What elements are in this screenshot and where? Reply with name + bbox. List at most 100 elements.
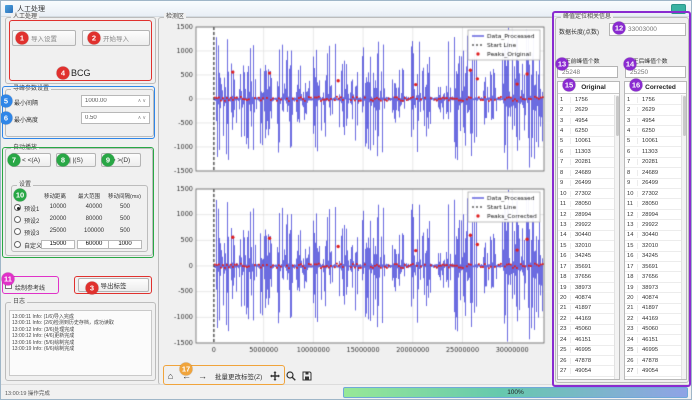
table-row[interactable]: 1735691 bbox=[558, 262, 614, 272]
table-row[interactable]: 1128050 bbox=[625, 199, 681, 209]
table-row[interactable]: 1532010 bbox=[558, 241, 614, 251]
step-left-button[interactable]: < <(A) bbox=[11, 153, 51, 167]
table-row[interactable]: 510061 bbox=[625, 137, 681, 147]
peak-value: 29922 bbox=[638, 222, 658, 228]
window-control-button[interactable] bbox=[671, 4, 686, 14]
export-labels-button[interactable]: 导出标签 bbox=[78, 278, 149, 292]
table-row[interactable]: 22629 bbox=[558, 105, 614, 115]
table-row[interactable]: 1634245 bbox=[625, 252, 681, 262]
row-index: 23 bbox=[625, 326, 638, 332]
table-row[interactable]: 11756 bbox=[625, 95, 681, 105]
draw-reference-checkbox[interactable] bbox=[5, 282, 12, 289]
start-import-button[interactable]: 开始导入 bbox=[82, 30, 150, 46]
table-row[interactable]: 1027302 bbox=[558, 189, 614, 199]
table-row[interactable]: 46250 bbox=[625, 126, 681, 136]
table-row[interactable]: 2749054 bbox=[558, 366, 614, 376]
preset-value[interactable] bbox=[77, 240, 111, 249]
table-row[interactable]: 824689 bbox=[625, 168, 681, 178]
original-table-scrollbar[interactable] bbox=[614, 95, 619, 379]
table-row[interactable]: 2345060 bbox=[558, 325, 614, 335]
row-index: 13 bbox=[558, 222, 571, 228]
table-row[interactable]: 1532010 bbox=[625, 241, 681, 251]
table-row[interactable]: 2244169 bbox=[558, 314, 614, 324]
table-row[interactable]: 1837656 bbox=[625, 272, 681, 282]
table-row[interactable]: 2446151 bbox=[625, 335, 681, 345]
min-interval-spinbox[interactable]: ∧∨ bbox=[81, 95, 150, 107]
table-row[interactable]: 2446151 bbox=[558, 335, 614, 345]
table-row[interactable]: 2546995 bbox=[625, 346, 681, 356]
preset-radio-2[interactable] bbox=[14, 216, 21, 223]
table-row[interactable]: 1027302 bbox=[625, 189, 681, 199]
table-row[interactable]: 2345060 bbox=[625, 325, 681, 335]
table-row[interactable]: 1634245 bbox=[558, 252, 614, 262]
batch-change-labels-button[interactable]: 批量更改标签(Z) bbox=[213, 371, 264, 381]
top-chart-canvas[interactable] bbox=[162, 23, 548, 177]
preset-value[interactable] bbox=[41, 240, 75, 249]
table-row[interactable]: 11756 bbox=[558, 95, 614, 105]
home-icon[interactable]: ⌂ bbox=[165, 369, 176, 382]
table-row[interactable]: 1128050 bbox=[558, 199, 614, 209]
table-row[interactable]: 2040874 bbox=[558, 293, 614, 303]
peak-value: 4954 bbox=[638, 118, 655, 124]
table-row[interactable]: 2141897 bbox=[625, 304, 681, 314]
table-row[interactable]: 2244169 bbox=[625, 314, 681, 324]
pan-icon[interactable] bbox=[269, 369, 280, 382]
spinner-arrows-icon[interactable]: ∧∨ bbox=[138, 115, 149, 121]
table-row[interactable]: 2040874 bbox=[625, 293, 681, 303]
preset-radio-1[interactable] bbox=[14, 204, 21, 211]
original-peaks-table[interactable]: Original 1175622629349544625051006161130… bbox=[557, 81, 620, 380]
table-row[interactable]: 1228994 bbox=[558, 210, 614, 220]
table-row[interactable]: 1938973 bbox=[558, 283, 614, 293]
table-row[interactable]: 2141897 bbox=[558, 304, 614, 314]
corrected-table-body: 1175622629349544625051006161130372028182… bbox=[625, 95, 681, 379]
table-row[interactable]: 22629 bbox=[625, 105, 681, 115]
table-row[interactable]: 1329922 bbox=[625, 220, 681, 230]
table-row[interactable]: 611303 bbox=[558, 147, 614, 157]
min-height-input[interactable] bbox=[82, 115, 138, 121]
table-row[interactable]: 2749054 bbox=[625, 366, 681, 376]
table-row[interactable]: 1329922 bbox=[558, 220, 614, 230]
table-row[interactable]: 46250 bbox=[558, 126, 614, 136]
preset-value[interactable] bbox=[108, 240, 142, 249]
table-row[interactable]: 1430440 bbox=[558, 231, 614, 241]
bottom-chart-canvas[interactable] bbox=[162, 185, 548, 361]
corrected-table-scrollbar[interactable] bbox=[681, 95, 686, 379]
min-interval-input[interactable] bbox=[82, 98, 138, 104]
data-length-field: 33003000 bbox=[609, 23, 686, 36]
table-row[interactable]: 34954 bbox=[625, 116, 681, 126]
preset-radio-3[interactable] bbox=[14, 228, 21, 235]
table-row[interactable]: 1735691 bbox=[625, 262, 681, 272]
corrected-peaks-table[interactable]: Corrected 117562262934954462505100616113… bbox=[624, 81, 687, 380]
forward-icon[interactable]: → bbox=[197, 369, 208, 382]
table-row[interactable]: 2546995 bbox=[558, 346, 614, 356]
row-index: 10 bbox=[558, 191, 571, 197]
log-output[interactable]: 13:00:11 Info: (1/6)导入完成13:00:11 Info: (… bbox=[9, 310, 152, 376]
step-right-button[interactable]: > >(D) bbox=[101, 153, 141, 167]
table-row[interactable]: 2647878 bbox=[558, 356, 614, 366]
table-row[interactable]: 2647878 bbox=[625, 356, 681, 366]
table-row[interactable]: 1430440 bbox=[625, 231, 681, 241]
peak-value: 38973 bbox=[571, 285, 591, 291]
min-height-spinbox[interactable]: ∧∨ bbox=[81, 112, 150, 124]
table-row[interactable]: 1938973 bbox=[625, 283, 681, 293]
import-settings-button[interactable]: 导入设置 bbox=[12, 30, 76, 46]
col-max-range: 最大范围 bbox=[78, 192, 100, 200]
table-row[interactable]: 824689 bbox=[558, 168, 614, 178]
row-index: 21 bbox=[625, 305, 638, 311]
table-row[interactable]: 926499 bbox=[558, 179, 614, 189]
table-row[interactable]: 926499 bbox=[625, 179, 681, 189]
table-row[interactable]: 720281 bbox=[558, 158, 614, 168]
pause-button[interactable]: | |(S) bbox=[56, 153, 96, 167]
table-row[interactable]: 720281 bbox=[625, 158, 681, 168]
table-row[interactable]: 1228994 bbox=[625, 210, 681, 220]
save-icon[interactable] bbox=[301, 369, 312, 382]
spinner-arrows-icon[interactable]: ∧∨ bbox=[138, 98, 149, 104]
table-row[interactable]: 34954 bbox=[558, 116, 614, 126]
table-row[interactable]: 1837656 bbox=[558, 272, 614, 282]
zoom-icon[interactable] bbox=[285, 369, 296, 382]
table-row[interactable]: 510061 bbox=[558, 137, 614, 147]
row-index: 8 bbox=[558, 170, 571, 176]
preset-radio-4[interactable] bbox=[14, 241, 21, 248]
back-icon[interactable]: ← bbox=[181, 369, 192, 382]
table-row[interactable]: 611303 bbox=[625, 147, 681, 157]
